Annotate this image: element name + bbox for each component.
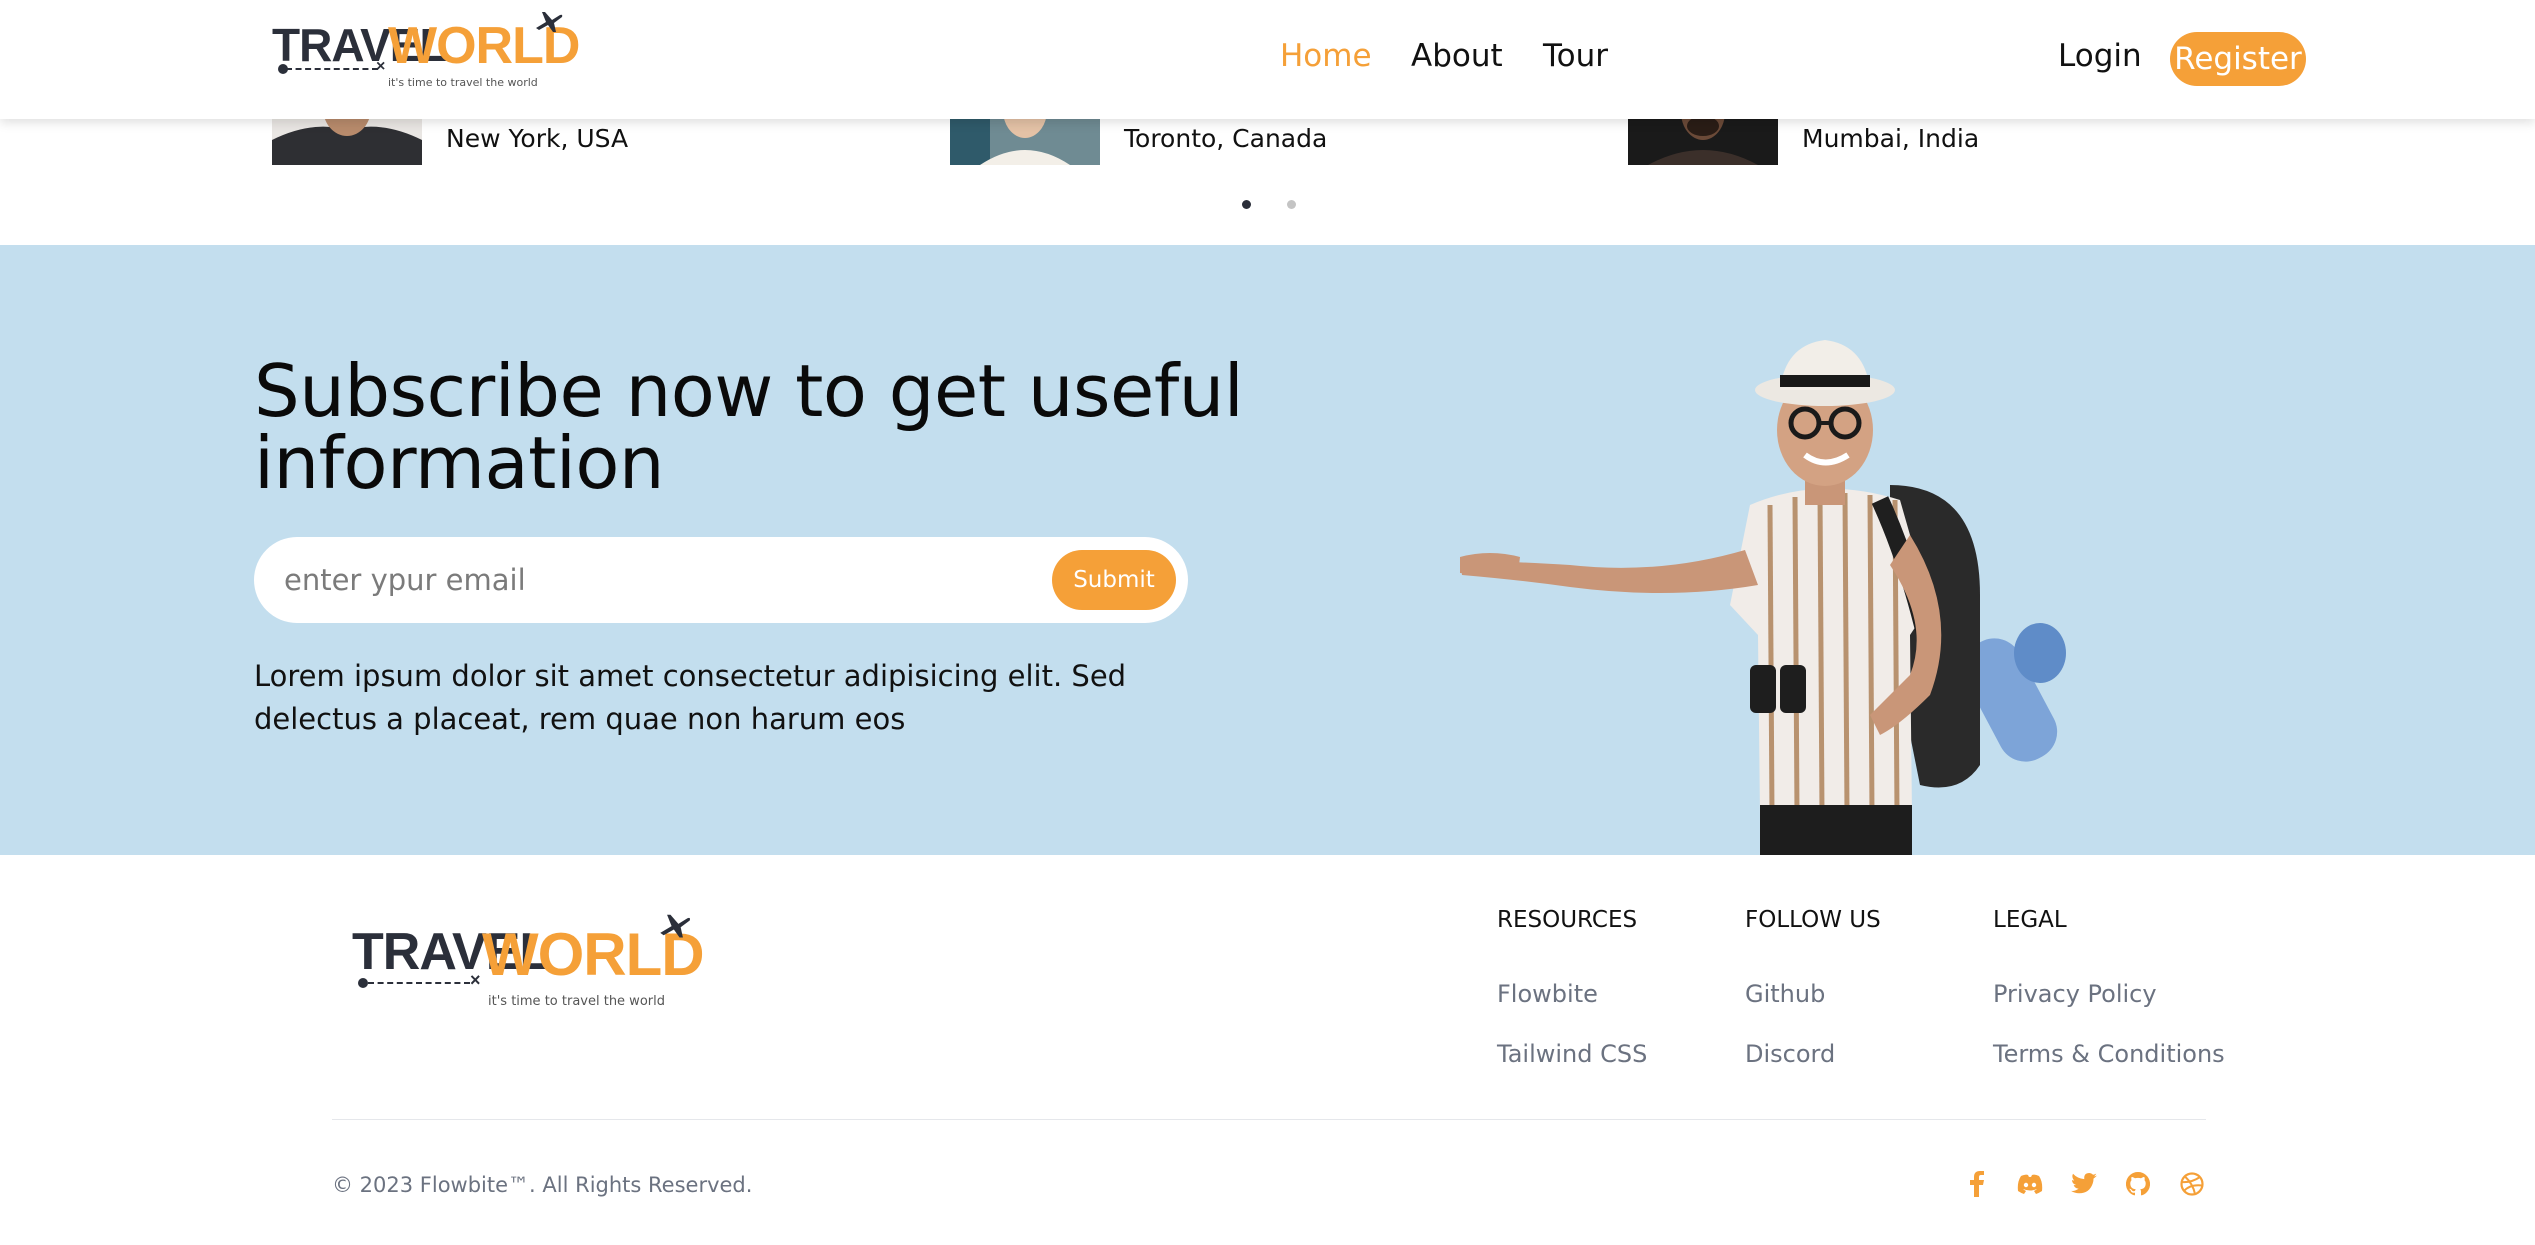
login-link[interactable]: Login — [2058, 38, 2142, 74]
carousel-dot-1[interactable] — [1242, 200, 1251, 209]
footer-logo-dot-icon — [358, 978, 368, 988]
airplane-icon — [536, 12, 563, 32]
discord-icon[interactable] — [2016, 1170, 2044, 1198]
footer-link-tailwind[interactable]: Tailwind CSS — [1497, 1040, 1647, 1068]
footer-logo-tagline: it's time to travel the world — [488, 994, 665, 1009]
footer-airplane-icon — [660, 914, 691, 938]
nav-home-link[interactable]: Home — [1280, 38, 1372, 74]
traveler-illustration — [1460, 340, 2066, 855]
twitter-icon[interactable] — [2070, 1170, 2098, 1198]
footer-link-privacy[interactable]: Privacy Policy — [1993, 980, 2157, 1008]
footer-resources-title: RESOURCES — [1497, 907, 1638, 933]
footer-link-github[interactable]: Github — [1745, 980, 1825, 1008]
nav-about-link[interactable]: About — [1411, 38, 1503, 74]
brand-logo[interactable]: TRAVEL WORLD × it's time to travel the w… — [272, 8, 580, 93]
footer-brand-logo[interactable]: TRAVEL WORLD × it's time to travel the w… — [352, 910, 705, 1010]
logo-x-icon: × — [376, 58, 386, 75]
register-button[interactable]: Register — [2170, 32, 2306, 86]
footer-copyright: © 2023 Flowbite™. All Rights Reserved. — [332, 1173, 753, 1197]
footer-link-discord[interactable]: Discord — [1745, 1040, 1835, 1068]
facebook-icon[interactable] — [1963, 1170, 1991, 1198]
subscribe-section: Subscribe now to get useful information … — [0, 245, 2535, 855]
testimonial-location-3: Mumbai, India — [1802, 124, 1980, 153]
footer-link-flowbite[interactable]: Flowbite — [1497, 980, 1598, 1008]
github-icon[interactable] — [2124, 1170, 2152, 1198]
subscribe-description: Lorem ipsum dolor sit amet consectetur a… — [254, 659, 1127, 736]
footer-logo-dashline — [368, 982, 470, 984]
subscribe-form: Submit — [254, 537, 1188, 623]
dribbble-icon[interactable] — [2178, 1170, 2206, 1198]
footer-link-terms[interactable]: Terms & Conditions — [1993, 1040, 2225, 1068]
footer-legal-title: LEGAL — [1993, 907, 2067, 933]
footer-divider — [332, 1119, 2206, 1120]
submit-button[interactable]: Submit — [1052, 550, 1176, 610]
email-input[interactable] — [284, 537, 984, 623]
footer-follow-title: FOLLOW US — [1745, 907, 1881, 933]
subscribe-title: Subscribe now to get useful information — [254, 349, 1244, 505]
logo-dashline — [286, 68, 378, 70]
nav-tour-link[interactable]: Tour — [1543, 38, 1608, 74]
testimonial-location-2: Toronto, Canada — [1124, 124, 1328, 153]
logo-tagline: it's time to travel the world — [388, 76, 538, 89]
top-navbar: TRAVEL WORLD × it's time to travel the w… — [0, 0, 2535, 119]
footer-logo-x-icon: × — [470, 970, 481, 990]
carousel-dot-2[interactable] — [1287, 200, 1296, 209]
testimonial-location-1: New York, USA — [446, 124, 629, 153]
